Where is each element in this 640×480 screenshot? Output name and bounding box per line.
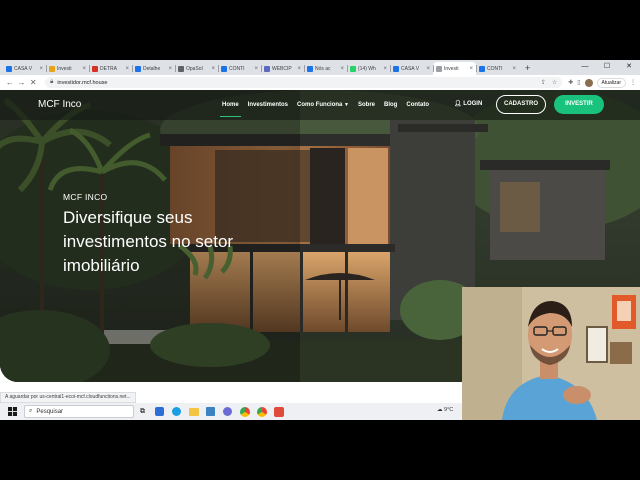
search-icon: ⌕ xyxy=(29,408,33,414)
update-button[interactable]: Atualizar xyxy=(596,77,626,88)
close-tab-icon[interactable]: × xyxy=(125,66,129,72)
close-tab-icon[interactable]: × xyxy=(426,66,430,72)
browser-status-bar: A aguardar por us-central1-ecoi-mcf.clou… xyxy=(0,392,136,403)
extensions-icon[interactable]: ✚ xyxy=(568,79,573,86)
chrome-icon[interactable] xyxy=(236,403,253,420)
window-controls: — ☐ ✕ xyxy=(574,60,640,73)
maximize-icon[interactable]: ☐ xyxy=(596,60,618,73)
stop-loading-icon[interactable]: ✕ xyxy=(27,78,39,87)
favicon-icon xyxy=(350,65,356,72)
taskbar-search-input[interactable]: ⌕ Pesquisar xyxy=(24,405,134,418)
webcam-overlay xyxy=(462,287,640,420)
favicon-icon xyxy=(479,65,485,72)
nav-blog[interactable]: Blog xyxy=(384,90,397,120)
favicon-icon xyxy=(49,65,55,72)
login-link[interactable]: 👤︎ LOGIN xyxy=(454,100,482,107)
hero-headline: Diversifique seus investimentos no setor… xyxy=(63,208,234,275)
close-tab-icon[interactable]: × xyxy=(297,66,301,72)
browser-tab[interactable]: (14) Wh × xyxy=(347,62,390,75)
investir-button[interactable]: INVESTIR xyxy=(554,95,604,114)
nav-home[interactable]: Home xyxy=(220,90,241,120)
back-icon[interactable]: ← xyxy=(4,78,16,87)
login-label: LOGIN xyxy=(463,101,483,107)
sidepanel-icon[interactable]: ▯ xyxy=(577,79,580,86)
site-logo[interactable]: MCF Inco xyxy=(38,99,81,110)
favicon-icon xyxy=(178,65,184,72)
profile-avatar[interactable] xyxy=(584,78,593,87)
address-bar[interactable]: 🔒︎ investidor.mcf.house ⇪ ☆ xyxy=(45,77,563,88)
windows-start-icon[interactable] xyxy=(4,407,20,416)
browser-tab[interactable]: CASA V × xyxy=(3,62,46,75)
new-tab-button[interactable]: + xyxy=(525,62,530,75)
bookmark-star-icon[interactable]: ☆ xyxy=(552,79,557,86)
browser-tab[interactable]: CONTI × xyxy=(476,62,519,75)
close-tab-icon[interactable]: × xyxy=(211,66,215,72)
close-tab-icon[interactable]: × xyxy=(469,66,473,72)
nav-investimentos[interactable]: Investimentos xyxy=(248,90,288,120)
lock-icon: 🔒︎ xyxy=(50,79,54,85)
url-text: investidor.mcf.house xyxy=(57,79,108,86)
weather-widget[interactable]: ☁︎ 9°C xyxy=(437,407,453,413)
close-window-icon[interactable]: ✕ xyxy=(618,60,640,73)
browser-tab[interactable]: CASA V × xyxy=(390,62,433,75)
favicon-icon xyxy=(6,65,12,72)
edge-icon[interactable] xyxy=(168,403,185,420)
forward-icon[interactable]: → xyxy=(16,78,28,87)
browser-toolbar: ← → ✕ 🔒︎ investidor.mcf.house ⇪ ☆ ✚ ▯ At… xyxy=(0,75,640,90)
chrome-profile-icon[interactable] xyxy=(253,403,270,420)
settings-icon[interactable] xyxy=(219,403,236,420)
chat-icon[interactable] xyxy=(151,403,168,420)
favicon-icon xyxy=(264,65,270,72)
hero-eyebrow: MCF INCO xyxy=(63,192,108,202)
browser-tab[interactable]: DETRA × xyxy=(89,62,132,75)
browser-tab[interactable]: OpaSol × xyxy=(175,62,218,75)
taskbar-search-placeholder: Pesquisar xyxy=(36,408,64,415)
browser-tab[interactable]: Investi × xyxy=(46,62,89,75)
close-tab-icon[interactable]: × xyxy=(383,66,387,72)
presenter-video xyxy=(462,287,640,420)
favicon-icon xyxy=(436,65,442,72)
close-tab-icon[interactable]: × xyxy=(82,66,86,72)
nav-contato[interactable]: Contato xyxy=(406,90,429,120)
nav-como-funciona-label: Como Funciona xyxy=(297,102,343,108)
site-navbar: MCF Inco Home Investimentos Como Funcion… xyxy=(0,90,640,120)
store-icon[interactable] xyxy=(202,403,219,420)
caret-down-icon: ▼ xyxy=(344,102,349,108)
close-tab-icon[interactable]: × xyxy=(254,66,258,72)
browser-tab[interactable]: WEBCIP × xyxy=(261,62,304,75)
favicon-icon xyxy=(221,65,227,72)
nav-sobre[interactable]: Sobre xyxy=(358,90,375,120)
close-tab-icon[interactable]: × xyxy=(512,66,516,72)
weather-icon: ☁︎ xyxy=(437,407,443,413)
favicon-icon xyxy=(92,65,98,72)
share-icon[interactable]: ⇪ xyxy=(541,79,546,86)
nav-como-funciona[interactable]: Como Funciona ▼ xyxy=(297,90,349,120)
file-explorer-icon[interactable] xyxy=(185,403,202,420)
browser-tab[interactable]: Detalhe × xyxy=(132,62,175,75)
weather-temp: 9°C xyxy=(444,407,454,413)
browser-tab-strip: CASA V × Investi × DETRA × Detalhe × OpaSol ×… xyxy=(0,60,640,75)
minimize-icon[interactable]: — xyxy=(574,60,596,73)
app-red-icon[interactable] xyxy=(270,403,287,420)
browser-tab-active[interactable]: Investi × xyxy=(433,62,476,75)
main-nav: Home Investimentos Como Funciona ▼ Sobre… xyxy=(220,90,429,120)
browser-tab[interactable]: CONTI × xyxy=(218,62,261,75)
close-tab-icon[interactable]: × xyxy=(340,66,344,72)
close-tab-icon[interactable]: × xyxy=(39,66,43,72)
menu-kebab-icon[interactable]: ⋮ xyxy=(630,79,636,86)
favicon-icon xyxy=(307,65,313,72)
task-view-icon[interactable]: ⧉ xyxy=(134,403,151,420)
close-tab-icon[interactable]: × xyxy=(168,66,172,72)
browser-tab[interactable]: Nós ac × xyxy=(304,62,347,75)
favicon-icon xyxy=(393,65,399,72)
favicon-icon xyxy=(135,65,141,72)
user-icon: 👤︎ xyxy=(454,101,462,107)
cadastro-button[interactable]: CADASTRO xyxy=(496,95,546,114)
